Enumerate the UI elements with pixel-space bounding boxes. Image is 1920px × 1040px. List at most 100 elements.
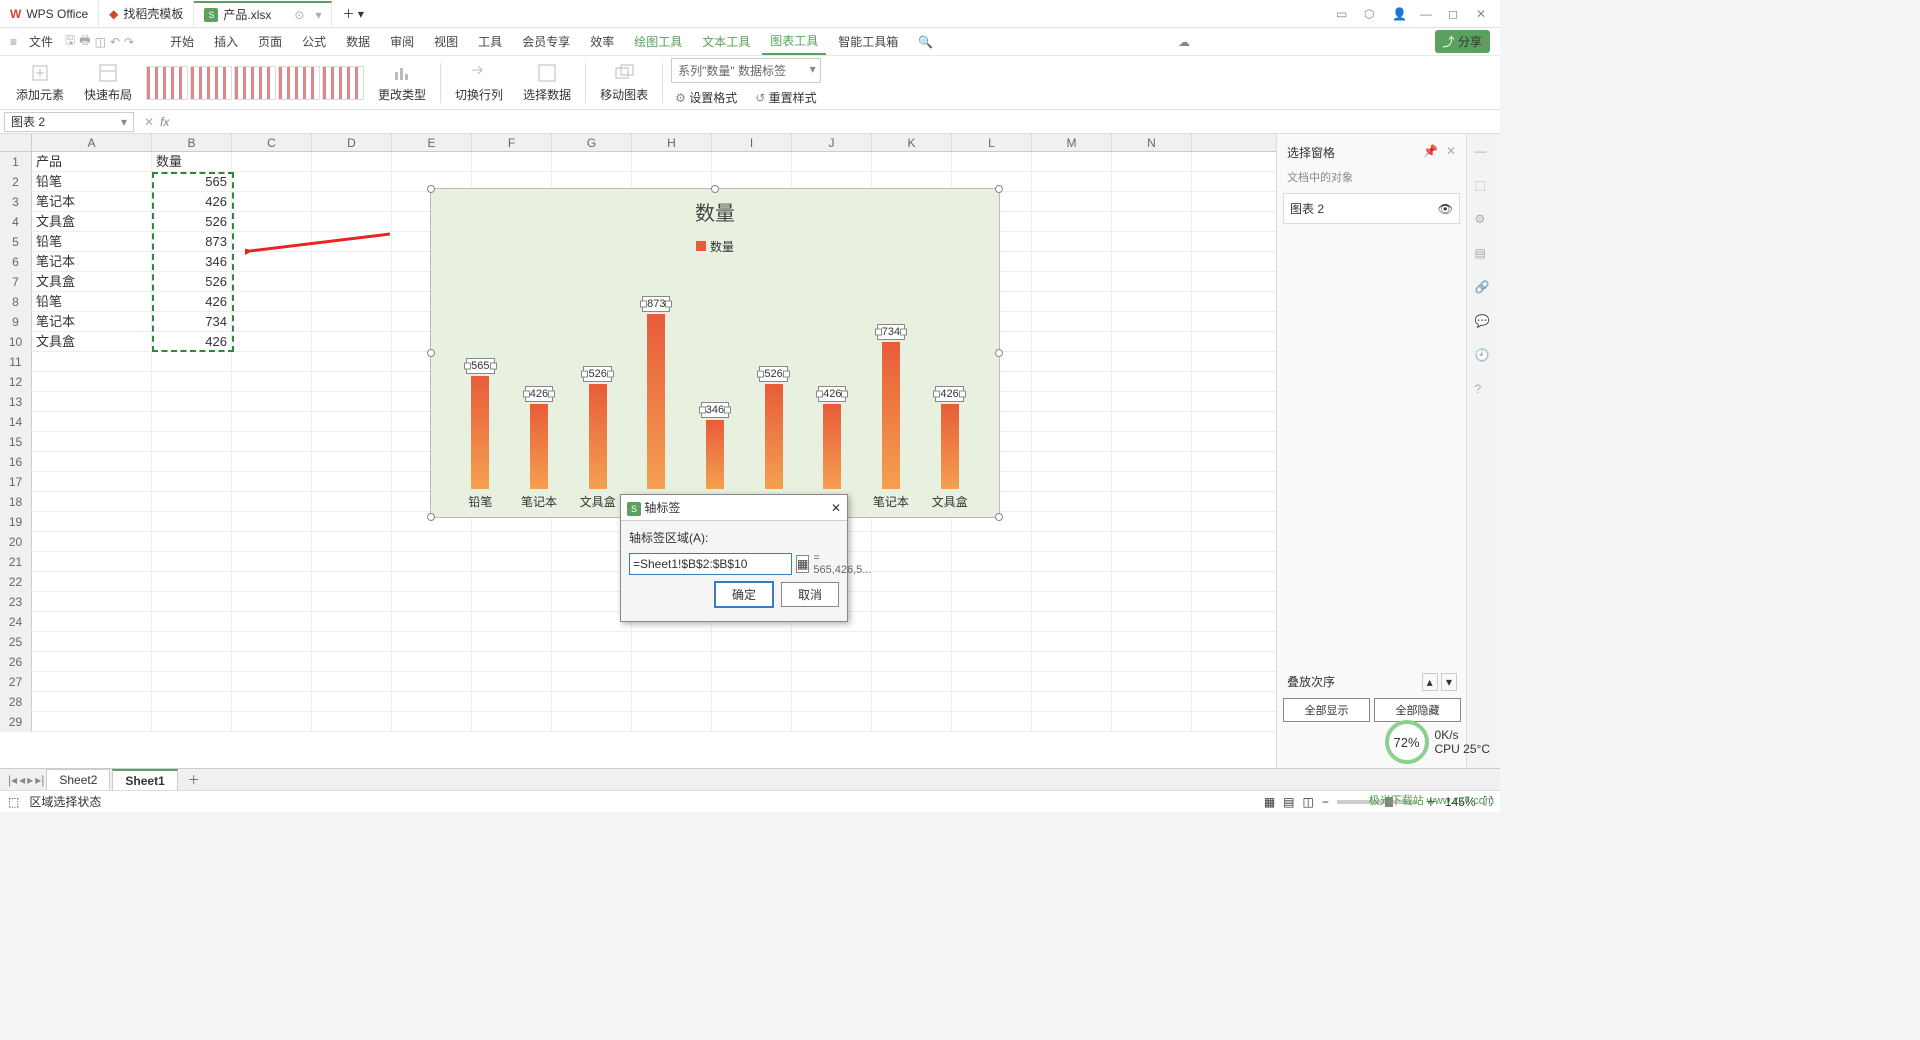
menu-page[interactable]: 页面 (250, 29, 290, 54)
cell[interactable] (1032, 532, 1112, 551)
cell[interactable] (152, 472, 232, 491)
cell[interactable] (152, 592, 232, 611)
cell[interactable] (472, 632, 552, 651)
cell[interactable] (1032, 592, 1112, 611)
cell[interactable] (952, 652, 1032, 671)
chart-plot-area[interactable]: 565426526873346526426734426 (451, 259, 979, 489)
fx-label[interactable]: fx (160, 115, 169, 129)
cell[interactable]: 526 (152, 272, 232, 291)
cell[interactable] (312, 412, 392, 431)
cell[interactable] (232, 552, 312, 571)
move-up-icon[interactable]: ▴ (1422, 673, 1438, 691)
cell[interactable] (392, 532, 472, 551)
cell[interactable] (872, 672, 952, 691)
cell[interactable] (232, 652, 312, 671)
eye-icon[interactable]: 👁 (1438, 202, 1453, 216)
cell[interactable]: 文具盒 (32, 332, 152, 351)
minimize-icon[interactable]: — (1420, 7, 1434, 21)
cell[interactable] (32, 392, 152, 411)
cube-icon[interactable]: ⬡ (1364, 7, 1378, 21)
cell[interactable] (232, 532, 312, 551)
set-format-link[interactable]: ⚙ 设置格式 (671, 87, 741, 108)
next-sheet-icon[interactable]: ▸ (27, 773, 33, 787)
cell[interactable] (152, 432, 232, 451)
chart-style-gallery[interactable] (146, 66, 364, 100)
sheet-tab-sheet1[interactable]: Sheet1 (112, 769, 177, 791)
cell[interactable] (472, 572, 552, 591)
cell[interactable] (312, 312, 392, 331)
cell[interactable] (1112, 612, 1192, 631)
data-label[interactable]: 565 (466, 358, 494, 374)
chart-bar[interactable]: 734 (866, 324, 916, 489)
column-header[interactable]: B (152, 134, 232, 151)
range-input[interactable] (629, 553, 792, 575)
cell[interactable] (1032, 372, 1112, 391)
cell[interactable] (952, 532, 1032, 551)
cell[interactable] (32, 432, 152, 451)
row-header[interactable]: 6 (0, 252, 32, 271)
cell[interactable] (1112, 672, 1192, 691)
cell[interactable] (312, 292, 392, 311)
cell[interactable] (1112, 332, 1192, 351)
cell[interactable] (32, 612, 152, 631)
column-header[interactable]: C (232, 134, 312, 151)
row-header[interactable]: 7 (0, 272, 32, 291)
cell[interactable] (392, 712, 472, 731)
row-header[interactable]: 8 (0, 292, 32, 311)
new-tab-button[interactable]: ＋ ▾ (332, 1, 373, 27)
column-header[interactable]: L (952, 134, 1032, 151)
cell[interactable] (1032, 332, 1112, 351)
cell[interactable] (1112, 592, 1192, 611)
cell[interactable] (552, 652, 632, 671)
first-sheet-icon[interactable]: |◂ (8, 773, 17, 787)
cell[interactable] (32, 672, 152, 691)
reset-style-link[interactable]: ↺ 重置样式 (751, 87, 820, 108)
save-icon[interactable]: 🖫 (65, 31, 75, 52)
cell[interactable] (152, 712, 232, 731)
cell[interactable] (152, 632, 232, 651)
column-header[interactable]: I (712, 134, 792, 151)
cell[interactable] (1032, 352, 1112, 371)
tab-wps-office[interactable]: WWPS Office (0, 1, 99, 27)
cell[interactable] (1032, 512, 1112, 531)
cell[interactable] (792, 672, 872, 691)
cell[interactable]: 873 (152, 232, 232, 251)
move-chart-button[interactable]: 移动图表 (594, 62, 654, 103)
redo-icon[interactable]: ↷ (124, 35, 134, 49)
cell[interactable] (232, 632, 312, 651)
cell[interactable] (1112, 252, 1192, 271)
change-type-button[interactable]: 更改类型 (372, 62, 432, 103)
chart-bar[interactable]: 426 (925, 386, 975, 489)
cell[interactable] (1112, 392, 1192, 411)
search-icon[interactable]: 🔍 (918, 35, 933, 49)
row-header[interactable]: 27 (0, 672, 32, 691)
cell[interactable] (232, 612, 312, 631)
row-header[interactable]: 14 (0, 412, 32, 431)
cell[interactable] (1112, 372, 1192, 391)
formula-input[interactable] (175, 115, 1494, 129)
column-header[interactable]: G (552, 134, 632, 151)
menu-text-tools[interactable]: 文本工具 (694, 29, 758, 54)
cell[interactable] (472, 612, 552, 631)
cell[interactable] (632, 672, 712, 691)
object-list-item[interactable]: 图表 2👁 (1283, 193, 1460, 224)
menu-data[interactable]: 数据 (338, 29, 378, 54)
cell[interactable] (232, 412, 312, 431)
chart-bar[interactable]: 426 (807, 386, 857, 489)
data-label[interactable]: 873 (642, 296, 670, 312)
cell[interactable] (952, 712, 1032, 731)
column-header[interactable]: E (392, 134, 472, 151)
menu-draw-tools[interactable]: 绘图工具 (626, 29, 690, 54)
cell[interactable] (952, 632, 1032, 651)
menu-view[interactable]: 视图 (426, 29, 466, 54)
cell[interactable] (1112, 512, 1192, 531)
view-split-icon[interactable]: ◫ (1303, 795, 1314, 809)
cell[interactable] (32, 512, 152, 531)
cell[interactable] (1112, 552, 1192, 571)
help-icon[interactable]: ? (1475, 382, 1493, 400)
cell[interactable] (32, 352, 152, 371)
cell[interactable] (312, 372, 392, 391)
link-icon[interactable]: 🔗 (1475, 280, 1493, 298)
row-header[interactable]: 21 (0, 552, 32, 571)
column-header[interactable]: D (312, 134, 392, 151)
